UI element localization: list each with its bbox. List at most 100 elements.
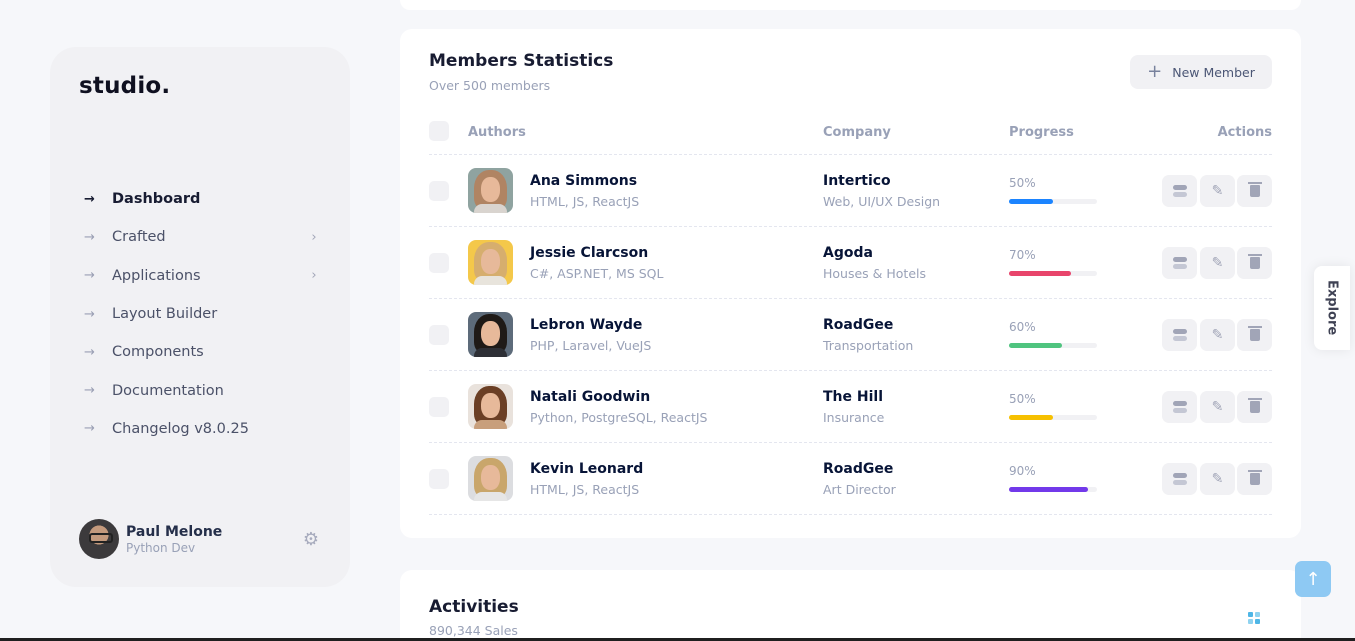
edit-button[interactable]: ✎ [1200,247,1235,279]
company-name[interactable]: Agoda [823,245,873,261]
row-checkbox[interactable] [429,397,449,417]
sidebar-item-changelog-v8-0-25[interactable]: → Changelog v8.0.25 [84,410,324,448]
scroll-top-button[interactable]: ↑ [1295,561,1331,597]
avatar[interactable] [468,312,513,357]
member-skills: HTML, JS, ReactJS [530,194,640,209]
pencil-icon: ✎ [1211,399,1224,415]
member-skills: PHP, Laravel, VueJS [530,338,652,353]
delete-button[interactable] [1237,247,1272,279]
company-name[interactable]: RoadGee [823,461,893,477]
delete-button[interactable] [1237,391,1272,423]
new-member-label: New Member [1172,64,1255,80]
progress-fill [1009,271,1071,276]
avatar[interactable] [468,384,513,429]
member-name[interactable]: Natali Goodwin [530,389,650,405]
trash-icon [1247,326,1262,341]
avatar[interactable] [79,519,119,559]
avatar[interactable] [468,456,513,501]
sidebar-item-components[interactable]: → Components [84,333,324,371]
member-skills: HTML, JS, ReactJS [530,482,640,497]
user-info: Paul Melone Python Dev [126,524,301,555]
sidebar-item-label: Changelog v8.0.25 [112,420,249,437]
edit-button[interactable]: ✎ [1200,463,1235,495]
card-subtitle: Over 500 members [429,78,551,93]
plus-icon: + [1147,61,1163,82]
sidebar-nav: → Dashboard → Crafted › → Applications › → Layout… [84,180,324,448]
progress-bar [1009,487,1097,492]
explore-tab[interactable]: Explore [1314,266,1350,350]
member-name[interactable]: Lebron Wayde [530,317,642,333]
arrow-right-icon: → [84,421,95,437]
sidebar-item-label: Layout Builder [112,306,218,323]
progress-fill [1009,415,1053,420]
chevron-right-icon[interactable]: › [304,230,324,245]
user-profile[interactable]: Paul Melone Python Dev ⚙ [79,519,321,559]
member-name[interactable]: Kevin Leonard [530,461,643,477]
previous-card-edge [400,0,1301,10]
toggle-button[interactable] [1162,463,1197,495]
row-checkbox[interactable] [429,181,449,201]
column-header-actions: Actions [1217,125,1272,140]
row-checkbox[interactable] [429,253,449,273]
row-checkbox[interactable] [429,325,449,345]
delete-button[interactable] [1237,463,1272,495]
select-all-checkbox[interactable] [429,121,449,141]
sidebar-item-applications[interactable]: → Applications › [84,257,324,295]
edit-button[interactable]: ✎ [1200,391,1235,423]
sidebar-item-label: Documentation [112,382,224,399]
table-row: Kevin Leonard HTML, JS, ReactJS RoadGee Art… [429,443,1272,515]
progress-bar [1009,271,1097,276]
sidebar-item-documentation[interactable]: → Documentation [84,371,324,409]
company-name[interactable]: Intertico [823,173,891,189]
delete-button[interactable] [1237,175,1272,207]
arrow-right-icon: → [84,383,95,399]
progress-bar [1009,199,1097,204]
edit-button[interactable]: ✎ [1200,319,1235,351]
progress-bar [1009,415,1097,420]
sidebar-item-crafted[interactable]: → Crafted › [84,218,324,256]
table-row: Lebron Wayde PHP, Laravel, VueJS RoadGee Tr… [429,299,1272,371]
toggle-button[interactable] [1162,175,1197,207]
progress-label: 90% [1009,464,1036,478]
progress-label: 50% [1009,176,1036,190]
company-name[interactable]: The Hill [823,389,883,405]
sidebar-item-dashboard[interactable]: → Dashboard [84,180,324,218]
sidebar-item-layout-builder[interactable]: → Layout Builder [84,295,324,333]
avatar[interactable] [468,168,513,213]
company-name[interactable]: RoadGee [823,317,893,333]
row-checkbox[interactable] [429,469,449,489]
toggle-button[interactable] [1162,247,1197,279]
column-header-authors: Authors [468,125,526,140]
table-header: Authors Company Progress Actions [429,121,1272,155]
member-name[interactable]: Ana Simmons [530,173,637,189]
menu-dots-icon[interactable] [1248,612,1260,624]
trash-icon [1247,182,1262,197]
progress-label: 50% [1009,392,1036,406]
members-statistics-card: Members Statistics Over 500 members + Ne… [400,29,1301,538]
card-subtitle: 890,344 Sales [429,623,518,638]
logo[interactable]: studio. [79,73,170,99]
new-member-button[interactable]: + New Member [1130,55,1272,89]
arrow-right-icon: → [84,306,95,322]
pencil-icon: ✎ [1211,183,1224,199]
pencil-icon: ✎ [1211,255,1224,271]
progress-label: 60% [1009,320,1036,334]
sidebar: studio. → Dashboard → Crafted › → Applications… [50,47,350,587]
member-name[interactable]: Jessie Clarcson [530,245,648,261]
activities-card: Activities 890,344 Sales [400,570,1301,641]
toggle-button[interactable] [1162,391,1197,423]
column-header-company: Company [823,125,891,140]
gear-icon[interactable]: ⚙ [301,529,321,550]
table-row: Jessie Clarcson C#, ASP.NET, MS SQL Agoda H… [429,227,1272,299]
arrow-right-icon: → [84,229,95,245]
chevron-right-icon[interactable]: › [304,268,324,283]
edit-button[interactable]: ✎ [1200,175,1235,207]
avatar[interactable] [468,240,513,285]
sidebar-item-label: Crafted [112,229,166,246]
toggle-button[interactable] [1162,319,1197,351]
delete-button[interactable] [1237,319,1272,351]
explore-label: Explore [1324,280,1340,336]
user-name: Paul Melone [126,523,223,540]
toggle-icon [1172,473,1187,485]
pencil-icon: ✎ [1211,471,1224,487]
